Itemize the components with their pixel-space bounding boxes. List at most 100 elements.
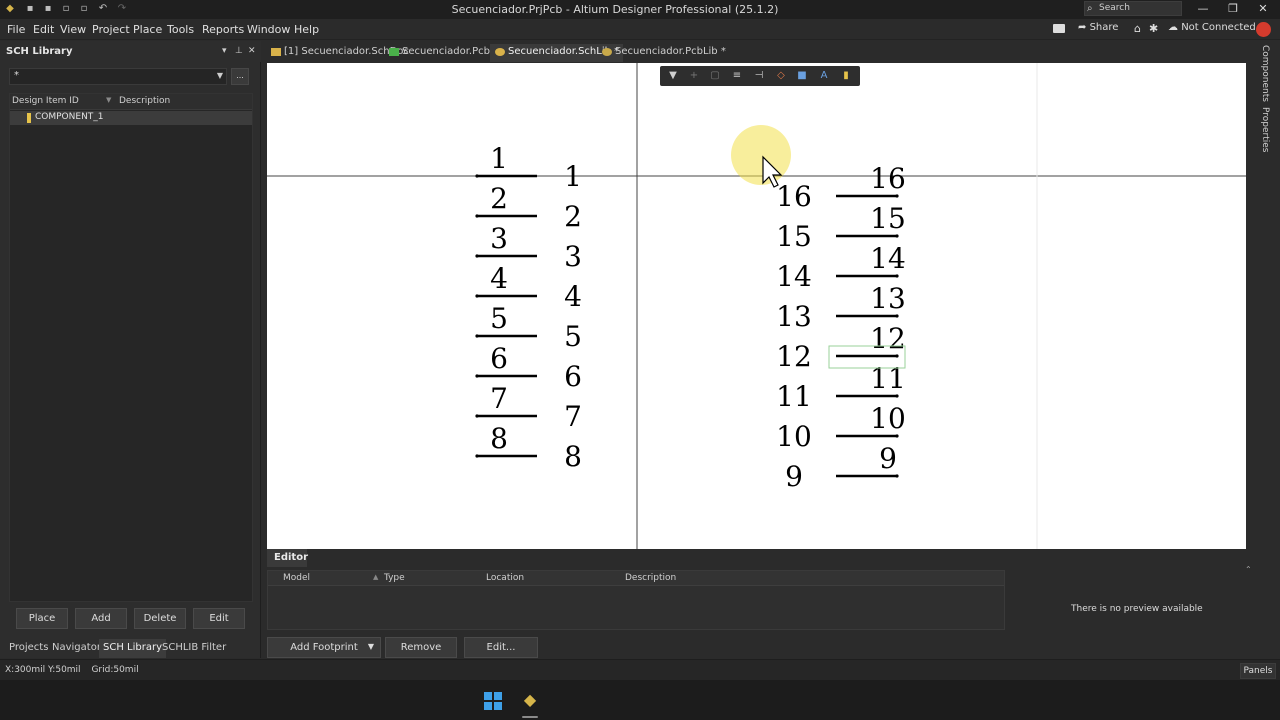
add-button[interactable]: Add [75,608,127,629]
sort-icon: ▼ [106,96,112,104]
pin-name: 14 [870,242,906,275]
altium-taskbar-icon[interactable]: ◆ [521,689,539,711]
restore-button[interactable]: ❐ [1218,0,1248,19]
gear-icon[interactable]: ✱ [1149,22,1158,35]
pin-hot-spot [475,454,479,458]
home-icon[interactable]: ⌂ [1134,22,1141,35]
pin-name: 5 [490,302,508,335]
align-icon[interactable]: ≡ [730,69,744,83]
tab-schlib-filter[interactable]: SCHLIB Filter [158,639,230,658]
column-description[interactable]: Description [625,573,676,583]
delete-button[interactable]: Delete [134,608,186,629]
panel-close-icon[interactable]: ✕ [248,46,256,56]
pin-name: 4 [490,262,508,295]
component-icon[interactable]: ▮ [839,69,853,83]
edit-model-button[interactable]: Edit... [464,637,538,658]
canvas-drawing[interactable]: 1122334455667788161615151414131312121111… [267,63,1246,549]
user-avatar-icon[interactable] [1256,22,1271,37]
menu-edit[interactable]: Edit [33,23,54,36]
sort-icon: ▲ [373,573,379,581]
edit-button[interactable]: Edit [193,608,245,629]
pcblib-doc-icon [602,48,612,56]
cloud-icon: ☁ [1168,22,1178,33]
tab-properties[interactable]: Properties [1260,107,1270,152]
editor-title[interactable]: Editor [267,549,308,567]
design-item-table: Design Item ID ▼ Description COMPONENT_1 [9,93,253,602]
pin-name: 1 [490,142,508,175]
pin-name: 8 [490,422,508,455]
remove-button[interactable]: Remove [385,637,457,658]
document-tabs: [1] Secuenciador.SchDoc Secuenciador.Pcb… [262,41,1248,63]
connection-status[interactable]: ☁ Not Connected [1168,22,1256,33]
tab-pcblib[interactable]: Secuenciador.PcbLib * [597,44,730,62]
windows-start-icon[interactable] [484,692,502,710]
menu-place[interactable]: Place [133,23,162,36]
chevron-down-icon[interactable]: ▼ [364,637,378,658]
share-button[interactable]: ➦ Share [1078,22,1118,33]
pin-designator: 12 [776,340,812,373]
preview-message: There is no preview available [1071,604,1203,614]
filter-more-button[interactable]: ... [231,68,249,85]
menu-window[interactable]: Window [247,23,290,36]
panel-menu-icon[interactable]: ▾ [222,46,227,56]
pin-designator: 13 [776,300,812,333]
component-icon [27,113,31,123]
schlib-doc-icon [495,48,505,56]
search-input[interactable]: ⌕ Search [1084,1,1182,16]
table-header: Design Item ID ▼ Description [10,94,252,110]
place-button[interactable]: Place [16,608,68,629]
active-bar-toolbar: ▼ + ▢ ≡ ⊣ ◇ ■ A ▮ [660,66,860,86]
schematic-library-canvas[interactable]: 1 1 2 2 3 3 4 4 5 5 6 6 7 7 8 8 16 16 15 15 14 14 13 13 12 12 11 11… [267,63,1246,549]
share-label: Share [1089,22,1119,33]
text-icon[interactable]: A [817,69,831,83]
chevron-down-icon[interactable]: ▼ [217,69,223,83]
grid-size: Grid:50mil [91,665,139,675]
select-icon[interactable]: ▢ [708,69,722,83]
column-model[interactable]: Model [283,573,310,583]
pin-hot-spot [475,294,479,298]
active-app-indicator [522,716,538,718]
column-design-item-id[interactable]: Design Item ID [12,96,79,106]
library-filter-input[interactable]: * ▼ [9,68,227,85]
right-panel-strip: Components Properties [1256,41,1280,658]
footprint-preview: There is no preview available [1005,570,1258,650]
filter-value: * [14,70,19,81]
menu-reports[interactable]: Reports [202,23,244,36]
rectangle-icon[interactable]: ■ [795,69,809,83]
pin-name: 16 [870,162,906,195]
cursor-coordinates: X:300mil Y:50mil [5,665,81,675]
panel-tabs: Projects Navigator SCH Library SCHLIB Fi… [0,639,261,658]
comment-icon[interactable] [1053,24,1065,33]
editor-panel: Editor ⌃ Model ▲ Type Location Descripti… [267,549,1258,659]
close-button[interactable]: ✕ [1248,0,1278,19]
menu-file[interactable]: File [7,23,25,36]
panel-header: SCH Library ▾ ⊥ ✕ [0,41,261,62]
ieee-symbol-icon[interactable]: ◇ [774,69,788,83]
tab-navigator[interactable]: Navigator [48,639,105,658]
share-icon: ➦ [1078,22,1087,33]
pin-name: 2 [490,182,508,215]
menu-view[interactable]: View [60,23,86,36]
pin-name: 9 [879,442,897,475]
column-location[interactable]: Location [486,573,524,583]
panels-button[interactable]: Panels [1240,663,1276,679]
move-icon[interactable]: + [687,69,701,83]
pin-designator: 15 [776,220,812,253]
pin-designator: 11 [776,380,812,413]
pin-name: 6 [490,342,508,375]
tab-components[interactable]: Components [1260,45,1270,102]
add-footprint-label: Add Footprint [290,642,358,653]
column-description[interactable]: Description [119,96,170,106]
tab-projects[interactable]: Projects [5,639,52,658]
table-row[interactable]: COMPONENT_1 [10,111,252,125]
minimize-button[interactable]: — [1188,0,1218,19]
sch-library-panel: SCH Library ▾ ⊥ ✕ * ▼ ... Design Item ID… [0,41,261,658]
column-type[interactable]: Type [384,573,405,583]
menu-tools[interactable]: Tools [167,23,194,36]
filter-icon[interactable]: ▼ [666,69,680,83]
menu-project[interactable]: Project [92,23,130,36]
pin-icon[interactable]: ⊥ [235,46,243,56]
tab-sch-library[interactable]: SCH Library [99,639,166,658]
pin-place-icon[interactable]: ⊣ [752,69,766,83]
menu-help[interactable]: Help [294,23,319,36]
